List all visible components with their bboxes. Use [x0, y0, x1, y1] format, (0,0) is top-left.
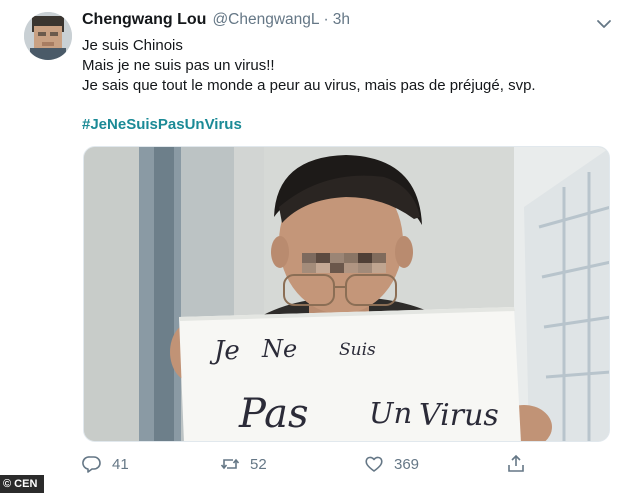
user-handle[interactable]: @ChengwangL — [212, 11, 319, 29]
photo-illustration: Je Ne Suis Pas Un Virus — [84, 147, 609, 441]
sign-word: Ne — [261, 335, 297, 363]
tweet-card: Chengwang Lou @ChengwangL · 3h Je suis C… — [0, 0, 634, 493]
sign-word: Un — [369, 396, 412, 430]
tweet-photo[interactable]: Je Ne Suis Pas Un Virus — [83, 146, 610, 442]
chevron-down-icon[interactable] — [594, 14, 614, 34]
like-icon[interactable] — [364, 454, 384, 474]
tweet-text: Je suis Chinois Mais je ne suis pas un v… — [82, 36, 536, 96]
hashtag-link[interactable]: #JeNeSuisPasUnVirus — [82, 116, 242, 133]
tweet-header: Chengwang Lou @ChengwangL · 3h — [82, 11, 350, 33]
tweet-timestamp[interactable]: 3h — [333, 11, 350, 29]
avatar[interactable] — [24, 12, 72, 60]
reply-action[interactable]: 41 — [82, 452, 129, 476]
like-count: 369 — [394, 455, 420, 473]
reply-count: 41 — [112, 455, 129, 473]
retweet-count: 52 — [250, 455, 267, 473]
display-name[interactable]: Chengwang Lou — [82, 11, 206, 29]
photo-credit: © CEN — [0, 475, 44, 493]
retweet-icon[interactable] — [220, 454, 240, 474]
reply-icon[interactable] — [82, 454, 102, 474]
share-action[interactable] — [506, 452, 526, 476]
tweet-line: Je suis Chinois — [82, 37, 183, 54]
sign-word: Je — [209, 336, 240, 366]
sign-word: Pas — [238, 391, 309, 437]
like-action[interactable]: 369 — [364, 452, 419, 476]
separator-dot: · — [323, 11, 329, 28]
sign-word: Suis — [339, 340, 376, 360]
tweet-line: Je sais que tout le monde a peur au viru… — [82, 77, 536, 94]
share-icon[interactable] — [506, 454, 526, 474]
tweet-line: Mais je ne suis pas un virus!! — [82, 57, 275, 74]
retweet-action[interactable]: 52 — [220, 452, 267, 476]
sign-word: Virus — [419, 398, 499, 433]
avatar-image — [24, 12, 72, 60]
